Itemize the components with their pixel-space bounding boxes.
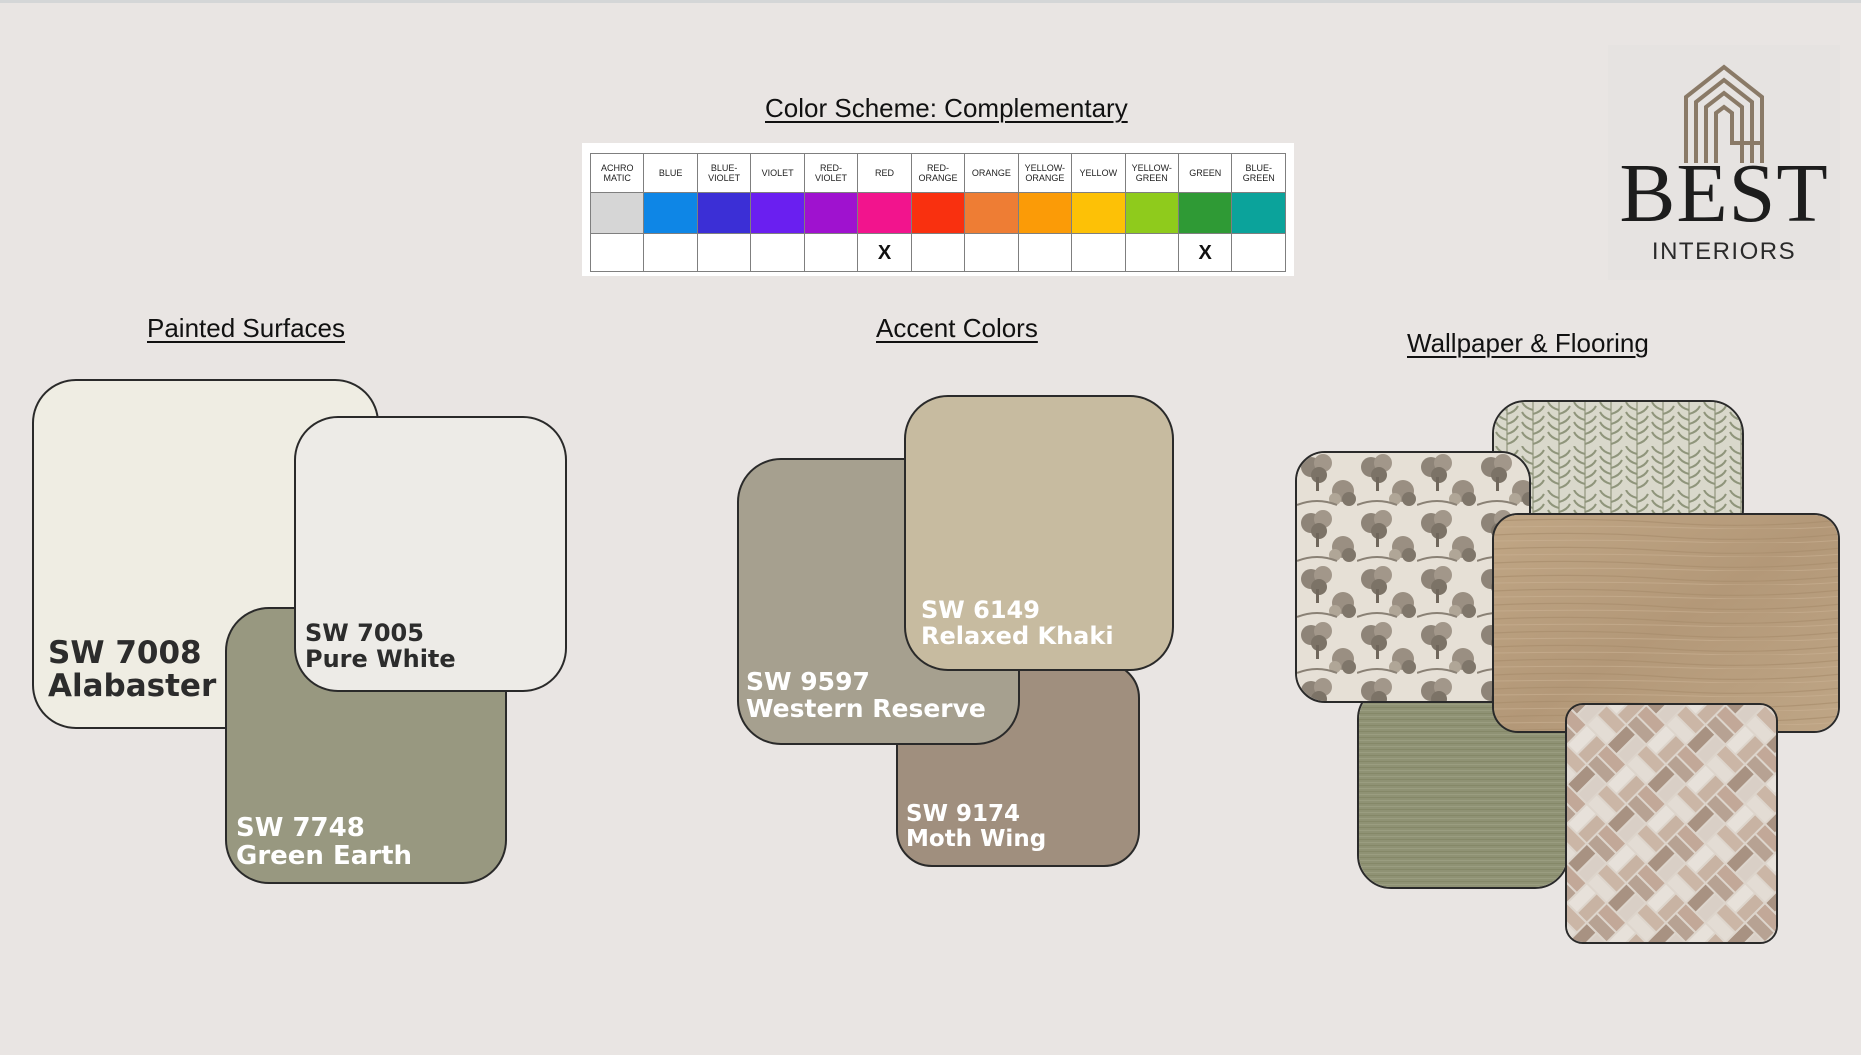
oak-flooring-sample [1492, 513, 1840, 733]
color-wheel-header: BLUE [643, 153, 698, 193]
color-wheel-mark [1231, 233, 1286, 272]
color-wheel-header: RED-VIOLET [803, 153, 859, 193]
color-wheel-mark [643, 233, 698, 272]
herringbone-brick-image [1567, 705, 1776, 942]
paint-swatch-label: SW 6149 Relaxed Khaki [921, 596, 1114, 650]
color-wheel-swatch [1124, 192, 1179, 234]
paint-swatch-label: SW 9597 Western Reserve [746, 668, 986, 722]
paint-swatch-label: SW 7008 Alabaster [48, 635, 217, 705]
color-wheel-header: GREEN [1177, 153, 1233, 193]
color-wheel-swatch [857, 192, 912, 234]
color-wheel-swatch [910, 192, 966, 234]
color-wheel-swatch [964, 192, 1019, 234]
color-wheel-mark [1124, 233, 1179, 272]
color-wheel-mark: X [1177, 233, 1233, 272]
paint-code: SW 9174 [906, 801, 1020, 827]
color-wheel-mark [910, 233, 966, 272]
herringbone-brick-sample [1565, 703, 1778, 944]
color-wheel-swatch [1231, 192, 1286, 234]
top-divider [0, 0, 1861, 3]
color-wheel-swatch [643, 192, 698, 234]
logo-brand-text: BEST [1619, 147, 1829, 240]
color-wheel-swatch [696, 192, 752, 234]
color-wheel-header: YELLOW [1071, 153, 1126, 193]
color-wheel-swatch [1017, 192, 1073, 234]
paint-name: Relaxed Khaki [921, 621, 1114, 650]
painted-surfaces-heading: Painted Surfaces [147, 313, 346, 343]
color-wheel-table: ACHRO MATIC BLUE BLUE-VIOLET VIOLET RED-VIOL… [582, 143, 1294, 276]
scheme-title: Color Scheme: Complementary [765, 93, 1128, 123]
paint-name: Western Reserve [746, 694, 986, 723]
color-wheel-header: RED-ORANGE [910, 153, 966, 193]
color-wheel-mark [589, 233, 645, 272]
color-wheel-swatch [803, 192, 859, 234]
color-wheel-header: VIOLET [750, 153, 805, 193]
paint-code: SW 9597 [746, 667, 870, 696]
color-wheel-header: BLUE-GREEN [1231, 153, 1286, 193]
paint-swatch-label: SW 7748 Green Earth [236, 814, 412, 870]
paint-name: Moth Wing [906, 825, 1047, 852]
color-wheel-mark [803, 233, 859, 272]
paint-code: SW 7005 [305, 619, 424, 647]
color-wheel-swatch [1071, 192, 1126, 234]
best-interiors-logo: BEST INTERIORS [1608, 45, 1840, 280]
color-wheel-header: YELLOW-ORANGE [1017, 153, 1073, 193]
paint-code: SW 7748 [236, 813, 365, 843]
color-wheel-header: ORANGE [964, 153, 1019, 193]
color-wheel-header: YELLOW-GREEN [1124, 153, 1179, 193]
paint-name: Alabaster [48, 668, 217, 705]
color-wheel-swatch [750, 192, 805, 234]
color-wheel-mark [696, 233, 752, 272]
paint-swatch-label: SW 9174 Moth Wing [906, 802, 1046, 852]
color-wheel-header: RED [857, 153, 912, 193]
color-wheel-mark [1071, 233, 1126, 272]
color-wheel-header: ACHRO MATIC [589, 153, 645, 193]
accent-colors-heading: Accent Colors [876, 313, 1038, 343]
paint-code: SW 7008 [48, 635, 202, 671]
color-wheel-mark [1017, 233, 1073, 272]
paint-code: SW 6149 [921, 596, 1040, 624]
paint-swatch-label: SW 7005 Pure White [305, 619, 456, 673]
color-wheel-mark [964, 233, 1019, 272]
color-wheel-header: BLUE-VIOLET [696, 153, 752, 193]
wallpaper-flooring-heading: Wallpaper & Flooring [1407, 328, 1649, 358]
color-wheel-swatch [1177, 192, 1233, 234]
paint-swatch-relaxed-khaki: SW 6149 Relaxed Khaki [904, 395, 1174, 671]
oak-wood-image [1494, 515, 1838, 731]
paint-swatch-pure-white: SW 7005 Pure White [294, 416, 567, 692]
paint-name: Green Earth [236, 841, 413, 872]
color-wheel-mark [750, 233, 805, 272]
paint-name: Pure White [305, 644, 456, 673]
color-wheel-swatch [589, 192, 645, 234]
logo-tagline-text: INTERIORS [1651, 238, 1797, 265]
color-wheel-mark: X [857, 233, 912, 272]
